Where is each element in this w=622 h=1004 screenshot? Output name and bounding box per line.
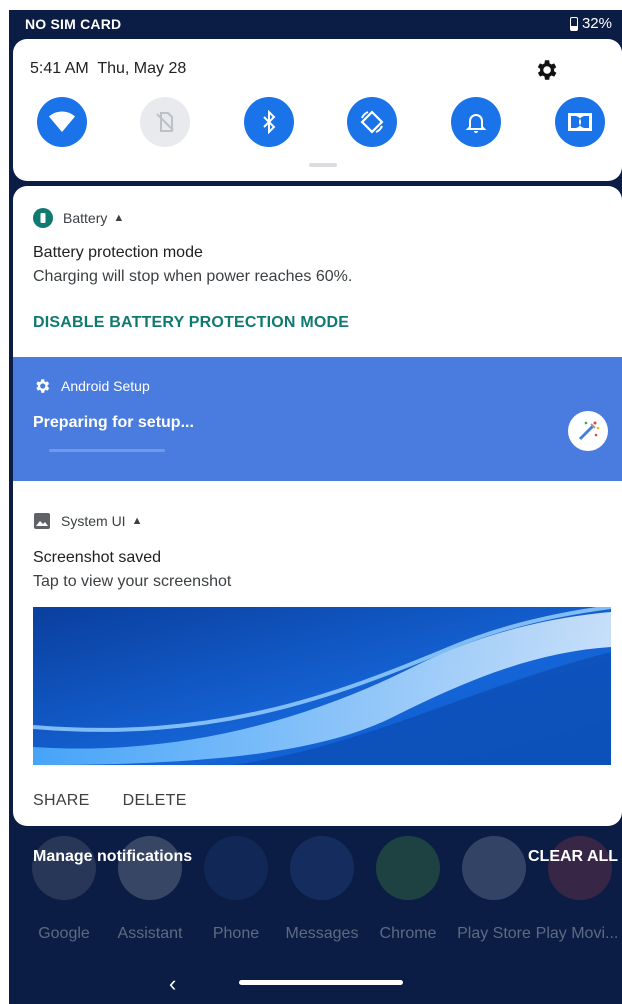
- navigation-bar: ‹: [9, 964, 622, 1004]
- delete-button[interactable]: DELETE: [123, 792, 187, 810]
- carrier-text: NO SIM CARD: [25, 16, 122, 32]
- dock-label-assistant: Assistant: [117, 925, 183, 942]
- notification-shade: Google Assistant Phone Messages Chrome P…: [9, 10, 622, 1004]
- android-setup-notification[interactable]: Android Setup Preparing for setup...: [13, 357, 622, 481]
- battery-percent: 32%: [581, 15, 612, 32]
- setup-progress-bar: [49, 449, 165, 452]
- chrome-app-icon: [376, 836, 440, 900]
- screenshot-preview[interactable]: [33, 607, 611, 765]
- notification-body: Tap to view your screenshot: [33, 573, 232, 590]
- settings-gear-icon[interactable]: [533, 57, 559, 83]
- dock-label-chrome: Chrome: [379, 925, 437, 942]
- settings-gear-icon: [36, 379, 50, 393]
- manage-notifications-button[interactable]: Manage notifications: [33, 848, 192, 866]
- notification-header: Android Setup: [33, 377, 150, 395]
- wifi-tile[interactable]: [37, 97, 87, 147]
- notification-actions: SHARE DELETE: [33, 792, 187, 810]
- notification-bell-icon: [465, 114, 487, 133]
- magic-wand-icon: [568, 411, 608, 451]
- drag-handle[interactable]: [309, 163, 337, 167]
- battery-app-icon: [33, 208, 53, 228]
- clock: 5:41 AM: [30, 60, 89, 77]
- image-icon: [34, 513, 50, 529]
- notifications-tile[interactable]: [451, 97, 501, 147]
- play-store-app-icon: [462, 836, 526, 900]
- share-button[interactable]: SHARE: [33, 792, 90, 810]
- dock-label-play-movies: Play Movi...: [535, 925, 619, 942]
- chevron-up-icon[interactable]: ▲: [113, 212, 124, 224]
- notification-app-name: System UI: [61, 513, 126, 529]
- auto-rotate-icon: [360, 110, 384, 134]
- home-pill[interactable]: [239, 980, 403, 985]
- dolby-tile[interactable]: [555, 97, 605, 147]
- notification-header: Battery ▲: [33, 208, 124, 228]
- sim-tile[interactable]: [140, 97, 190, 147]
- no-sim-icon: [156, 112, 174, 132]
- messages-app-icon: [290, 836, 354, 900]
- dock-label-messages: Messages: [285, 925, 359, 942]
- clear-all-button[interactable]: CLEAR ALL: [528, 848, 618, 866]
- battery-indicator: 32%: [569, 15, 612, 32]
- auto-rotate-tile[interactable]: [347, 97, 397, 147]
- screenshot-notification[interactable]: System UI ▲ Screenshot saved Tap to view…: [13, 481, 622, 826]
- notification-body: Charging will stop when power reaches 60…: [33, 268, 353, 285]
- dock-label-google: Google: [38, 925, 90, 942]
- date: Thu, May 28: [97, 60, 187, 77]
- battery-icon: [569, 16, 578, 31]
- status-bar: NO SIM CARD 32%: [9, 10, 622, 38]
- play-movies-app-icon: [548, 836, 612, 900]
- back-chevron-icon[interactable]: ‹: [169, 973, 176, 995]
- chevron-up-icon[interactable]: ▲: [132, 515, 143, 527]
- google-app-icon: [32, 836, 96, 900]
- phone-app-icon: [204, 836, 268, 900]
- dock-label-play-store: Play Store: [457, 925, 531, 942]
- notification-app-name: Battery: [63, 210, 108, 226]
- notification-header: System UI ▲: [33, 512, 142, 530]
- wifi-icon: [49, 111, 75, 132]
- dolby-icon: [568, 113, 592, 131]
- dock-label-phone: Phone: [212, 925, 260, 942]
- notification-title: Screenshot saved: [33, 549, 162, 566]
- quick-settings-panel: 5:41 AM Thu, May 28: [13, 39, 622, 181]
- date-time: 5:41 AM Thu, May 28: [30, 60, 186, 78]
- bluetooth-icon: [263, 110, 276, 134]
- assistant-app-icon: [118, 836, 182, 900]
- battery-notification[interactable]: Battery ▲ Battery protection mode Chargi…: [13, 186, 622, 357]
- notification-app-name: Android Setup: [61, 378, 150, 394]
- bluetooth-tile[interactable]: [244, 97, 294, 147]
- disable-battery-protection-button[interactable]: DISABLE BATTERY PROTECTION MODE: [33, 314, 349, 332]
- notification-title: Preparing for setup...: [33, 414, 194, 431]
- notification-title: Battery protection mode: [33, 244, 203, 261]
